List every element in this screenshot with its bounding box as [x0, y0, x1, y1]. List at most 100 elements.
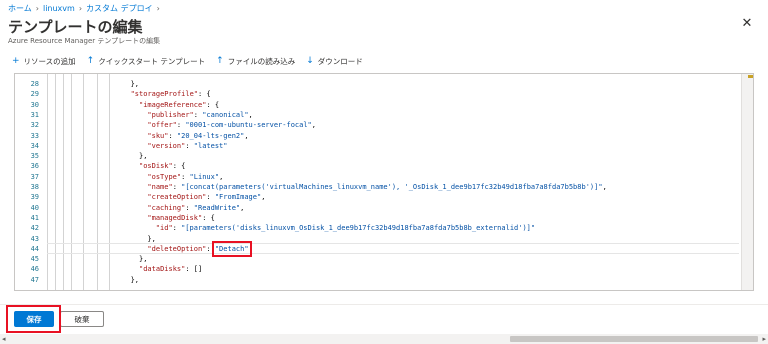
json-punctuation: : {: [202, 213, 215, 222]
json-key: "imageReference": [139, 100, 207, 109]
download-arrow-icon: ↓: [306, 55, 314, 66]
chevron-right-icon: ›: [35, 4, 39, 13]
scrollbar-thumb[interactable]: [510, 336, 758, 342]
code-line: "version": "latest": [147, 141, 227, 151]
chevron-right-icon: ›: [156, 4, 160, 13]
json-punctuation: ,: [219, 172, 224, 181]
line-number: 44: [30, 244, 39, 253]
line-number: 45: [30, 255, 39, 264]
chevron-right-icon: ›: [78, 4, 83, 13]
code-line: },: [131, 275, 139, 285]
line-number: 37: [30, 172, 39, 181]
code-line: "caching": "ReadWrite",: [147, 203, 244, 213]
code-line: },: [131, 79, 139, 89]
download-button[interactable]: ↓ ダウンロード: [306, 56, 363, 67]
line-number: 30: [30, 100, 39, 109]
json-key: "version": [147, 141, 186, 150]
breadcrumb-custom-deploy[interactable]: カスタム デプロイ: [86, 3, 153, 14]
json-punctuation: :: [168, 131, 177, 140]
json-punctuation: :: [185, 141, 194, 150]
json-punctuation: ,: [602, 183, 607, 191]
json-punctuation: },: [139, 255, 148, 264]
line-number-gutter: 28 29 30 31 32 33 34 35 36 37 38 39 40 41 42 43 44 45 46 47: [15, 74, 45, 290]
page-horizontal-scrollbar[interactable]: ◂ ▸: [0, 334, 768, 344]
line-number: 40: [30, 203, 39, 212]
close-icon[interactable]: ✕: [741, 17, 753, 30]
scroll-right-icon[interactable]: ▸: [762, 334, 766, 344]
code-line: "storageProfile": {: [131, 89, 211, 99]
line-number: 46: [30, 265, 39, 274]
json-key: "caching": [147, 203, 186, 212]
json-string: "[parameters('disks_linuxvm_OsDisk_1_dee…: [181, 224, 536, 233]
footer-divider: [0, 304, 768, 305]
json-key: "name": [147, 183, 173, 191]
json-punctuation: ,: [261, 193, 266, 202]
quickstart-template-label: クイックスタート テンプレート: [98, 56, 206, 66]
upload-arrow-icon: ↑: [86, 55, 95, 66]
line-number: 34: [30, 141, 39, 150]
line-number: 33: [30, 131, 39, 140]
json-punctuation: ,: [240, 203, 245, 212]
json-punctuation: :: [181, 172, 190, 181]
breadcrumb: ホーム › linuxvm › カスタム デプロイ ›: [8, 3, 164, 14]
line-number: 42: [30, 224, 39, 233]
page-subtitle: Azure Resource Manager テンプレートの編集: [8, 37, 161, 45]
editor-vertical-scrollbar[interactable]: [741, 74, 753, 290]
add-resource-label: リソースの追加: [23, 56, 76, 66]
json-string: "20_04-lts-gen2": [176, 131, 245, 140]
add-resource-button[interactable]: + リソースの追加: [12, 56, 76, 67]
code-line: "imageReference": {: [139, 100, 219, 110]
json-key: "createOption": [147, 193, 207, 202]
json-punctuation: ,: [244, 131, 249, 140]
code-line: "sku": "20_04-lts-gen2",: [147, 131, 248, 141]
code-line: "createOption": "FromImage",: [147, 192, 265, 202]
json-punctuation: },: [130, 275, 140, 284]
code-line: },: [147, 234, 155, 244]
line-number: 47: [30, 275, 39, 284]
json-string: "[concat(parameters('virtualMachines_lin…: [181, 183, 603, 191]
code-line: "publisher": "canonical",: [147, 110, 252, 120]
code-line: "dataDisks": []: [139, 264, 202, 274]
json-punctuation: ,: [311, 121, 316, 130]
code-line: },: [139, 151, 147, 161]
code-line: "id": "[parameters('disks_linuxvm_OsDisk…: [156, 223, 535, 233]
json-punctuation: :: [172, 224, 182, 233]
json-key: "deleteOption": [147, 244, 207, 253]
scroll-left-icon[interactable]: ◂: [2, 334, 6, 344]
ellipsis-icon[interactable]: ···: [120, 15, 134, 29]
code-line: "osType": "Linux",: [147, 172, 223, 182]
discard-button[interactable]: 破棄: [60, 311, 104, 327]
json-punctuation: },: [147, 234, 156, 243]
json-punctuation: :: [206, 193, 215, 202]
scrollbar-marker: [748, 75, 753, 78]
json-punctuation: :: [172, 183, 182, 191]
json-punctuation: : {: [206, 100, 220, 109]
json-key: "osType": [147, 172, 182, 181]
breadcrumb-linuxvm[interactable]: linuxvm: [43, 4, 75, 13]
line-number: 31: [30, 110, 39, 119]
line-number: 29: [30, 90, 39, 99]
code-line: "managedDisk": {: [147, 213, 214, 223]
line-number: 38: [30, 183, 39, 191]
json-string: "ReadWrite": [193, 203, 241, 212]
json-key: "osDisk": [139, 162, 173, 171]
line-number: 43: [30, 234, 39, 243]
code-area[interactable]: }, "storageProfile": {"imageReference": {…: [47, 74, 739, 290]
json-punctuation: : {: [198, 90, 211, 99]
toolbar: + リソースの追加 ↑ クイックスタート テンプレート ↑ ファイルの読み込み …: [12, 54, 363, 68]
json-punctuation: },: [139, 152, 148, 161]
line-number: 41: [30, 213, 39, 222]
load-file-label: ファイルの読み込み: [227, 56, 296, 66]
json-punctuation: : []: [185, 265, 203, 274]
line-number: 32: [30, 121, 39, 130]
highlight-box-save: [6, 305, 61, 333]
line-number: 28: [30, 80, 39, 88]
json-punctuation: ,: [248, 110, 253, 119]
quickstart-template-button[interactable]: ↑ クイックスタート テンプレート: [87, 56, 205, 67]
template-code-editor[interactable]: 28 29 30 31 32 33 34 35 36 37 38 39 40 41 42 43 44 45 46 47…: [14, 73, 754, 291]
line-number: 35: [30, 152, 39, 161]
json-punctuation: : {: [172, 162, 186, 171]
load-file-button[interactable]: ↑ ファイルの読み込み: [216, 56, 295, 67]
breadcrumb-home[interactable]: ホーム: [8, 3, 32, 14]
json-string: "Linux": [189, 172, 220, 181]
